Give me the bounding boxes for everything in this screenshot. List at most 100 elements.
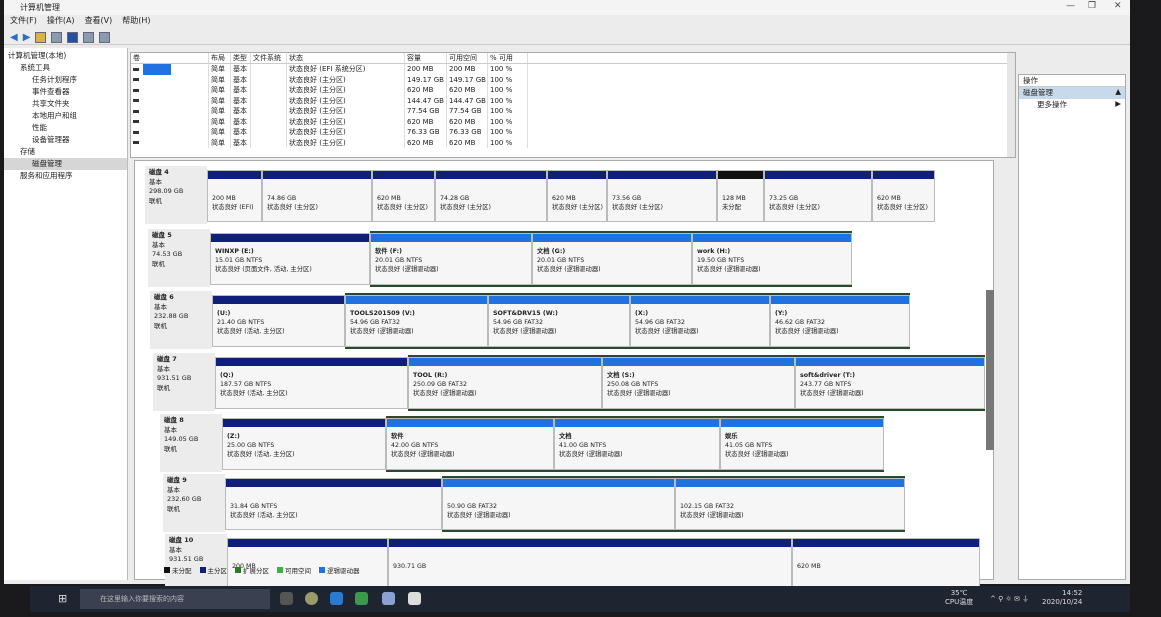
column-header[interactable]: 文件系统 [251,53,287,63]
menu-action[interactable]: 操作(A) [47,15,75,29]
clock[interactable]: 14:52 2020/10/24 [1042,589,1082,607]
browser-icon[interactable] [330,592,343,605]
menu-help[interactable]: 帮助(H) [122,15,150,29]
partition[interactable]: 软件 (F:) 20.01 GB NTFS 状态良好 (逻辑驱动器) [370,233,532,285]
partition[interactable]: 软件 42.00 GB NTFS 状态良好 (逻辑驱动器) [386,418,554,470]
partition[interactable]: soft&driver (T:) 243.77 GB NTFS 状态良好 (逻辑驱动… [795,357,985,409]
tree-item[interactable]: 磁盘管理 [4,158,127,170]
partition[interactable]: 620 MB [792,538,980,590]
partition[interactable]: 73.56 GB 状态良好 (主分区) [607,170,717,222]
volume-row[interactable]: 简单 基本 状态良好 (主分区) 144.47 GB 144.47 GB 100 % [131,95,1015,106]
spreadsheet-icon[interactable] [355,592,368,605]
volume-row[interactable]: 简单 基本 状态良好 (主分区) 77.54 GB 77.54 GB 100 % [131,106,1015,117]
partition[interactable]: TOOL (R:) 250.09 GB FAT32 状态良好 (逻辑驱动器) [408,357,602,409]
disk-label[interactable]: 磁盘 6 基本 232.88 GB 联机 [150,291,212,349]
graphical-view-scrollbar[interactable] [986,290,994,450]
partition[interactable]: work (H:) 19.50 GB NTFS 状态良好 (逻辑驱动器) [692,233,852,285]
forward-icon[interactable]: ▶ [23,32,31,43]
tree-item[interactable]: 事件查看器 [4,86,127,98]
properties-icon[interactable] [83,32,95,43]
computer-management-icon[interactable] [382,592,395,605]
volume-cell: 状态良好 (主分区) [287,95,405,106]
column-header[interactable]: 容量 [405,53,447,63]
partition[interactable]: 74.86 GB 状态良好 (主分区) [262,170,372,222]
disk-label[interactable]: 磁盘 5 基本 74.53 GB 联机 [148,229,210,287]
partition[interactable]: 50.90 GB FAT32 状态良好 (逻辑驱动器) [442,478,675,530]
column-header[interactable]: 类型 [231,53,251,63]
column-header[interactable]: 布局 [209,53,231,63]
view-icon[interactable] [99,32,111,43]
app-icon[interactable] [305,592,318,605]
column-header[interactable]: 状态 [287,53,405,63]
tree-item[interactable]: 任务计划程序 [4,74,127,86]
partition-color-bar [873,171,934,179]
partition[interactable]: 620 MB 状态良好 (主分区) [872,170,935,222]
up-folder-icon[interactable] [35,32,47,43]
close-button[interactable]: ✕ [1114,1,1122,11]
partition[interactable]: (U:) 21.40 GB NTFS 状态良好 (活动, 主分区) [212,295,345,347]
disk-label[interactable]: 磁盘 10 基本 931.51 GB [165,534,227,592]
partition[interactable]: 200 MB [227,538,388,590]
disk-label[interactable]: 磁盘 4 基本 298.09 GB 联机 [145,166,207,224]
tree-item[interactable]: 共享文件夹 [4,98,127,110]
volume-list-scrollbar[interactable] [1007,53,1015,157]
partition[interactable]: 200 MB 状态良好 (EFI) [207,170,262,222]
partition[interactable]: 128 MB 未分配 [717,170,764,222]
volume-row[interactable]: 简单 基本 状态良好 (主分区) 149.17 GB 149.17 GB 100 % [131,74,1015,85]
partition[interactable]: SOFT&DRV15 (W:) 54.96 GB FAT32 状态良好 (逻辑驱动器… [488,295,630,347]
tree-item[interactable]: 存储 [4,146,127,158]
partition-color-bar [631,296,769,304]
partition[interactable]: 102.15 GB FAT32 状态良好 (逻辑驱动器) [675,478,905,530]
volume-row[interactable]: 简单 基本 状态良好 (EFI 系统分区) 200 MB 200 MB 100 % [131,64,1015,75]
partition[interactable]: 620 MB 状态良好 (主分区) [547,170,607,222]
volume-row[interactable]: 简单 基本 状态良好 (主分区) 620 MB 620 MB 100 % [131,116,1015,127]
file-explorer-icon[interactable] [408,592,421,605]
tree-item[interactable]: 设备管理器 [4,134,127,146]
more-actions[interactable]: 更多操作 ▶ [1019,99,1125,111]
disk-row: 磁盘 10 基本 931.51 GB 200 MB 930.71 GB 620 MB [165,534,1015,592]
help-icon[interactable] [67,32,79,43]
partition[interactable]: 娱乐 41.05 GB NTFS 状态良好 (逻辑驱动器) [720,418,884,470]
tree-item[interactable]: 计算机管理(本地) [4,50,127,62]
partition[interactable]: 文档 41.00 GB NTFS 状态良好 (逻辑驱动器) [554,418,720,470]
partition[interactable]: (X:) 54.96 GB FAT32 状态良好 (逻辑驱动器) [630,295,770,347]
partition[interactable]: 74.28 GB 状态良好 (主分区) [435,170,547,222]
partition[interactable]: TOOLS201509 (V:) 54.96 GB FAT32 状态良好 (逻辑驱动… [345,295,488,347]
partition[interactable]: (Y:) 46.62 GB FAT32 状态良好 (逻辑驱动器) [770,295,910,347]
partition[interactable]: 73.25 GB 状态良好 (主分区) [764,170,872,222]
taskbar-search[interactable]: 在这里输入你要搜索的内容 [80,589,270,609]
volume-row[interactable]: 简单 基本 状态良好 (主分区) 620 MB 620 MB 100 % [131,85,1015,96]
disk-label[interactable]: 磁盘 8 基本 149.05 GB 联机 [160,414,222,472]
partition[interactable]: WINXP (E:) 15.01 GB NTFS 状态良好 (页面文件, 活动, 主… [210,233,370,285]
partition[interactable]: 文档 (G:) 20.01 GB NTFS 状态良好 (逻辑驱动器) [532,233,692,285]
column-header[interactable]: 卷 [131,53,209,63]
tree-item[interactable]: 服务和应用程序 [4,170,127,182]
disk-label[interactable]: 磁盘 7 基本 931.51 GB 联机 [153,353,215,411]
column-header[interactable]: 可用空间 [447,53,488,63]
navigation-tree: 计算机管理(本地) 系统工具 任务计划程序 事件查看器 共享文件夹 本地用户和组 性能 设备管… [4,48,128,580]
partition[interactable]: 620 MB 状态良好 (主分区) [372,170,435,222]
column-header[interactable]: % 可用 [488,53,528,63]
actions-section-disk-management[interactable]: 磁盘管理 ▲ [1019,87,1125,99]
volume-row[interactable]: 简单 基本 状态良好 (主分区) 620 MB 620 MB 100 % [131,137,1015,148]
maximize-button[interactable]: ❐ [1088,1,1096,11]
back-icon[interactable]: ◀ [10,32,18,43]
partition[interactable]: (Z:) 25.00 GB NTFS 状态良好 (活动, 主分区) [222,418,386,470]
task-view-icon[interactable] [280,592,293,605]
menu-view[interactable]: 查看(V) [85,15,113,29]
start-icon[interactable]: ⊞ [58,592,67,605]
console-tree-icon[interactable] [51,32,63,43]
menu-file[interactable]: 文件(F) [10,15,37,29]
partition[interactable]: (Q:) 187.57 GB NTFS 状态良好 (活动, 主分区) [215,357,408,409]
disk-label[interactable]: 磁盘 9 基本 232.60 GB 联机 [163,474,225,532]
tree-item[interactable]: 性能 [4,122,127,134]
volume-row[interactable]: 简单 基本 状态良好 (主分区) 76.33 GB 76.33 GB 100 % [131,127,1015,138]
partition[interactable]: 930.71 GB [388,538,792,590]
partition[interactable]: 文档 (S:) 250.08 GB NTFS 状态良好 (逻辑驱动器) [602,357,795,409]
tree-item[interactable]: 本地用户和组 [4,110,127,122]
tree-item[interactable]: 系统工具 [4,62,127,74]
minimize-button[interactable]: — [1066,1,1075,11]
partition[interactable]: 31.84 GB NTFS 状态良好 (活动, 主分区) [225,478,442,530]
tray-icons[interactable]: ^ ⚲ ☼ ✉ ⏚ [990,594,1029,604]
partition-size: 41.05 GB NTFS [725,442,773,449]
